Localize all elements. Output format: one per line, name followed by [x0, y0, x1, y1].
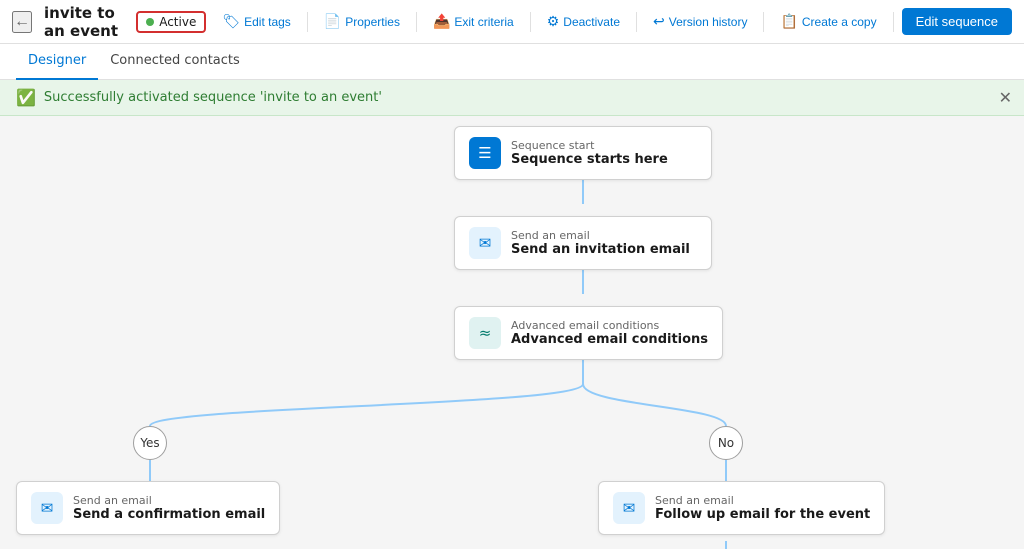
exit-criteria-button[interactable]: 📤 Exit criteria	[425, 9, 522, 34]
page-title: invite to an event	[44, 4, 128, 40]
doc-icon: 📄	[324, 13, 341, 30]
send-invitation-title: Send an invitation email	[511, 242, 690, 257]
advanced-conditions-1-label: Advanced email conditions	[511, 319, 708, 332]
close-banner-button[interactable]: ✕	[999, 88, 1012, 107]
divider	[763, 12, 764, 32]
send-invitation-texts: Send an email Send an invitation email	[511, 229, 690, 257]
sub-nav: Designer Connected contacts	[0, 44, 1024, 80]
advanced-conditions-1-icon: ≈	[469, 317, 501, 349]
follow-up-icon: ✉	[613, 492, 645, 524]
divider	[530, 12, 531, 32]
send-confirmation-icon: ✉	[31, 492, 63, 524]
sequence-start-icon: ☰	[469, 137, 501, 169]
tag-icon: 🏷	[222, 13, 240, 30]
node-follow-up: ✉ Send an email Follow up email for the …	[598, 481, 885, 535]
exit-icon: 📤	[433, 13, 450, 30]
tab-designer[interactable]: Designer	[16, 44, 98, 80]
active-label: Active	[159, 15, 196, 29]
node-send-confirmation: ✉ Send an email Send a confirmation emai…	[16, 481, 280, 535]
sequence-start-title: Sequence starts here	[511, 152, 668, 167]
create-copy-button[interactable]: 📋 Create a copy	[772, 9, 884, 34]
node-advanced-conditions-1: ≈ Advanced email conditions Advanced ema…	[454, 306, 723, 360]
send-confirmation-title: Send a confirmation email	[73, 507, 265, 522]
follow-up-texts: Send an email Follow up email for the ev…	[655, 494, 870, 522]
follow-up-label: Send an email	[655, 494, 870, 507]
yes-branch-circle: Yes	[133, 426, 167, 460]
follow-up-title: Follow up email for the event	[655, 507, 870, 522]
sequence-start-texts: Sequence start Sequence starts here	[511, 139, 668, 167]
edit-tags-button[interactable]: 🏷 Edit tags	[214, 9, 298, 34]
deactivate-button[interactable]: ⚙ Deactivate	[539, 9, 628, 34]
properties-button[interactable]: 📄 Properties	[316, 9, 408, 34]
banner-message: Successfully activated sequence 'invite …	[44, 90, 382, 105]
success-banner: ✅ Successfully activated sequence 'invit…	[0, 80, 1024, 116]
version-history-button[interactable]: ↩ Version history	[645, 9, 755, 34]
divider	[307, 12, 308, 32]
send-confirmation-label: Send an email	[73, 494, 265, 507]
divider	[416, 12, 417, 32]
sequence-start-label: Sequence start	[511, 139, 668, 152]
copy-icon: 📋	[780, 13, 797, 30]
history-icon: ↩	[653, 13, 665, 30]
top-actions: 🏷 Edit tags 📄 Properties 📤 Exit criteria…	[214, 8, 1012, 35]
divider	[893, 12, 894, 32]
send-invitation-icon: ✉	[469, 227, 501, 259]
active-badge: Active	[136, 11, 206, 33]
send-invitation-label: Send an email	[511, 229, 690, 242]
tab-connected-contacts[interactable]: Connected contacts	[98, 44, 252, 80]
edit-sequence-button[interactable]: Edit sequence	[902, 8, 1012, 35]
advanced-conditions-1-title: Advanced email conditions	[511, 332, 708, 347]
top-bar: ← invite to an event Active 🏷 Edit tags …	[0, 0, 1024, 44]
flow-canvas: ☰ Sequence start Sequence starts here ✉ …	[0, 116, 1024, 549]
no-branch-circle: No	[709, 426, 743, 460]
send-confirmation-texts: Send an email Send a confirmation email	[73, 494, 265, 522]
node-send-invitation: ✉ Send an email Send an invitation email	[454, 216, 712, 270]
node-sequence-start: ☰ Sequence start Sequence starts here	[454, 126, 712, 180]
deactivate-icon: ⚙	[547, 13, 560, 30]
active-dot-icon	[146, 18, 154, 26]
divider	[636, 12, 637, 32]
advanced-conditions-1-texts: Advanced email conditions Advanced email…	[511, 319, 708, 347]
back-button[interactable]: ←	[12, 11, 32, 33]
success-icon: ✅	[16, 88, 36, 107]
